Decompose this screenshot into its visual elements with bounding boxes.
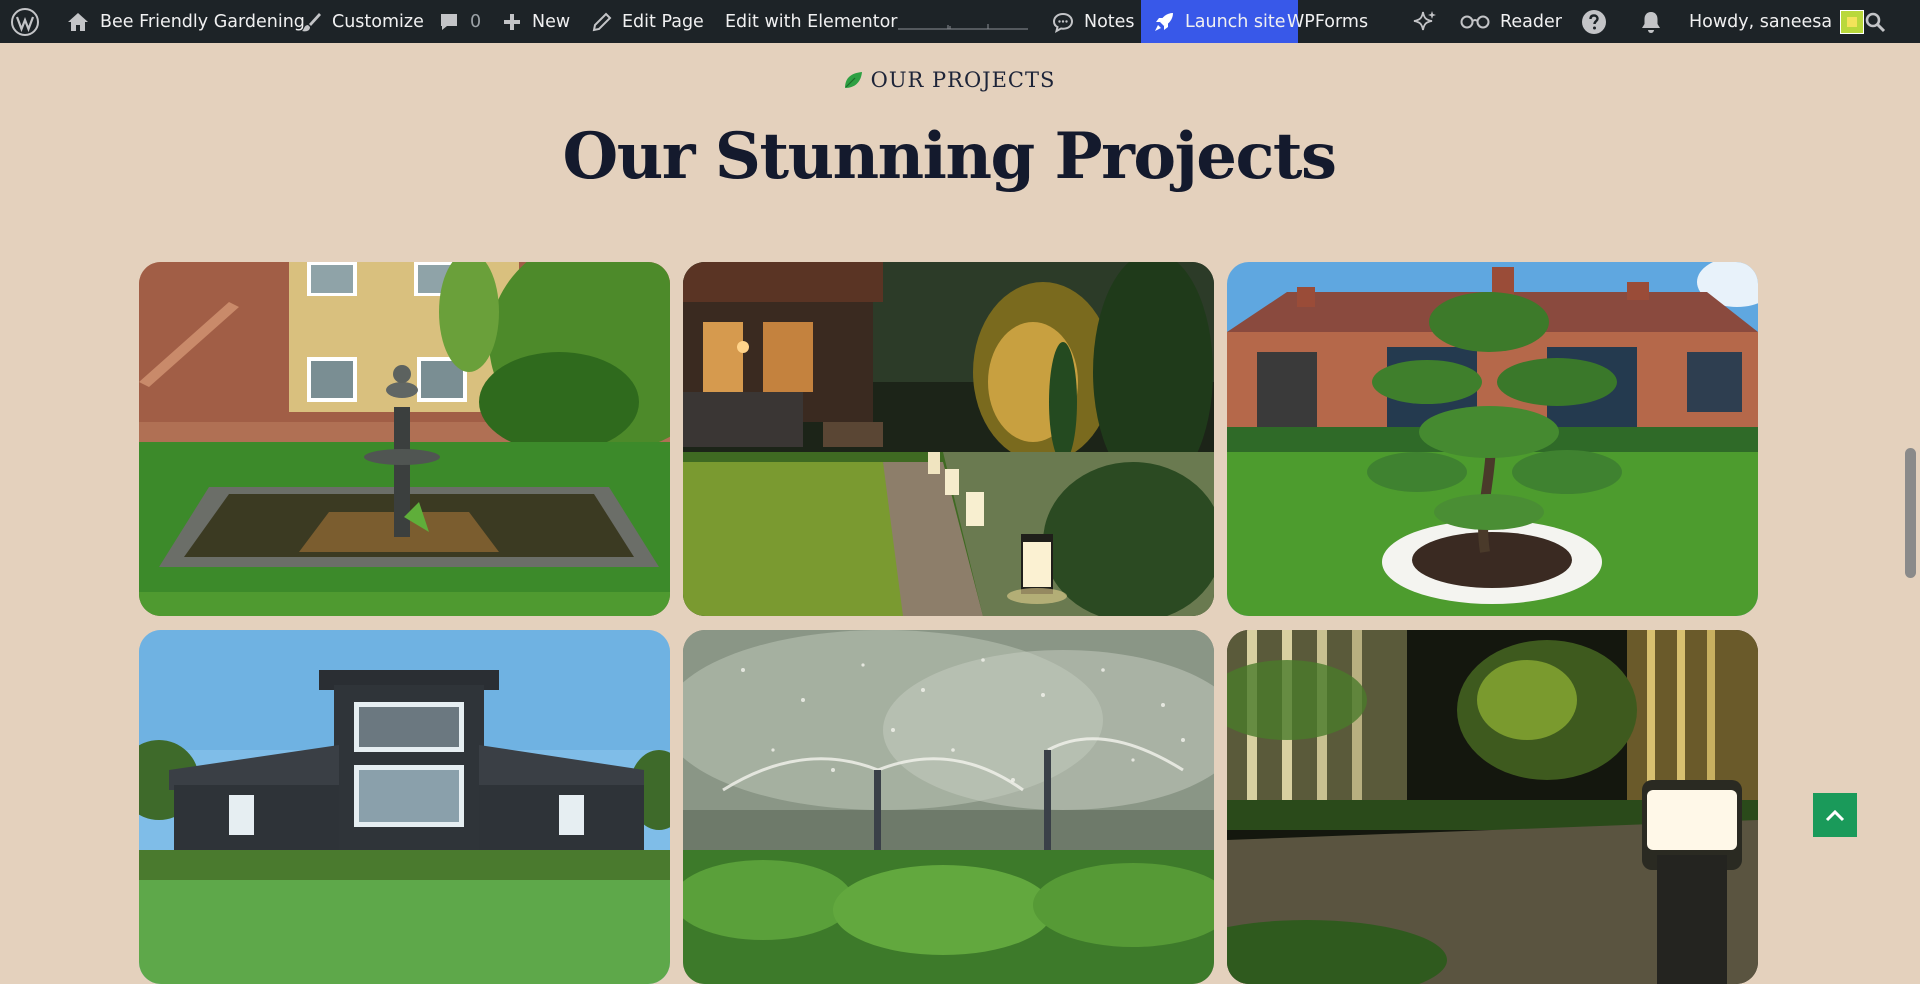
plus-icon xyxy=(504,13,520,30)
glasses-icon xyxy=(1460,15,1490,28)
notes-label: Notes xyxy=(1084,11,1135,32)
home-icon xyxy=(68,12,88,31)
paintbrush-icon xyxy=(302,12,321,31)
edit-with-elementor-link[interactable]: Edit with Elementor xyxy=(725,0,898,43)
notes-link[interactable]: Notes xyxy=(1052,0,1135,43)
customize-link[interactable]: Customize xyxy=(300,0,424,43)
comment-bubble-icon xyxy=(441,13,457,30)
project-card-patio-lights[interactable] xyxy=(683,262,1214,616)
speech-bubble-icon xyxy=(1052,12,1074,33)
bell-icon xyxy=(1642,11,1660,33)
customize-label: Customize xyxy=(332,11,424,32)
avatar xyxy=(1840,9,1865,34)
question-mark-icon xyxy=(1582,9,1606,34)
project-card-bonsai[interactable] xyxy=(1227,262,1758,616)
leaf-icon xyxy=(844,72,862,88)
reader-link[interactable]: Reader xyxy=(1460,0,1562,43)
stats-sparkline-icon xyxy=(898,23,1028,29)
rocket-icon xyxy=(1155,12,1173,31)
search-icon xyxy=(1865,12,1886,32)
comments-count: 0 xyxy=(470,11,482,32)
pencil-icon xyxy=(592,12,612,31)
project-card-night-walkway[interactable] xyxy=(1227,630,1758,984)
wordpress-logo-icon[interactable] xyxy=(10,0,40,43)
new-label: New xyxy=(532,11,571,32)
reader-label: Reader xyxy=(1500,11,1562,32)
stats-sparkline[interactable] xyxy=(898,0,1028,43)
wpforms-label: WPForms xyxy=(1287,11,1369,32)
new-content-link[interactable]: New xyxy=(502,0,570,43)
project-image xyxy=(1227,262,1758,616)
eyebrow-label: OUR PROJECTS xyxy=(870,68,1056,92)
project-image xyxy=(139,630,670,984)
site-name-label: Bee Friendly Gardening xyxy=(100,11,305,32)
project-card-sprinklers[interactable] xyxy=(683,630,1214,984)
howdy-label: Howdy, saneesa xyxy=(1689,11,1833,32)
wp-admin-bar: Bee Friendly Gardening Customize 0 New E… xyxy=(0,0,1920,43)
launch-site-label: Launch site xyxy=(1185,11,1286,32)
project-image xyxy=(1227,630,1758,984)
section-eyebrow: OUR PROJECTS xyxy=(0,68,1898,92)
edit-page-label: Edit Page xyxy=(622,11,704,32)
site-name-link[interactable]: Bee Friendly Gardening xyxy=(66,0,305,43)
ai-sparkle-button[interactable] xyxy=(1410,0,1438,43)
wpforms-link[interactable]: WPForms xyxy=(1287,0,1368,43)
comments-link[interactable]: 0 xyxy=(438,0,481,43)
project-image xyxy=(683,630,1214,984)
project-image xyxy=(683,262,1214,616)
help-button[interactable] xyxy=(1581,0,1607,43)
project-image xyxy=(139,262,670,616)
chevron-up-icon xyxy=(1825,809,1845,822)
sparkle-icon xyxy=(1413,10,1436,30)
search-button[interactable] xyxy=(1864,0,1886,43)
page-scrollbar[interactable] xyxy=(1900,43,1920,878)
edit-elementor-label: Edit with Elementor xyxy=(725,11,898,32)
back-to-top-button[interactable] xyxy=(1813,793,1857,837)
edit-page-link[interactable]: Edit Page xyxy=(592,0,704,43)
project-card-fountain[interactable] xyxy=(139,262,670,616)
my-account-link[interactable]: Howdy, saneesa xyxy=(1689,0,1865,43)
project-card-modern-house[interactable] xyxy=(139,630,670,984)
section-title: Our Stunning Projects xyxy=(562,119,1338,194)
scrollbar-thumb[interactable] xyxy=(1905,448,1916,578)
notifications-button[interactable] xyxy=(1640,0,1662,43)
launch-site-button[interactable]: Launch site xyxy=(1141,0,1298,43)
